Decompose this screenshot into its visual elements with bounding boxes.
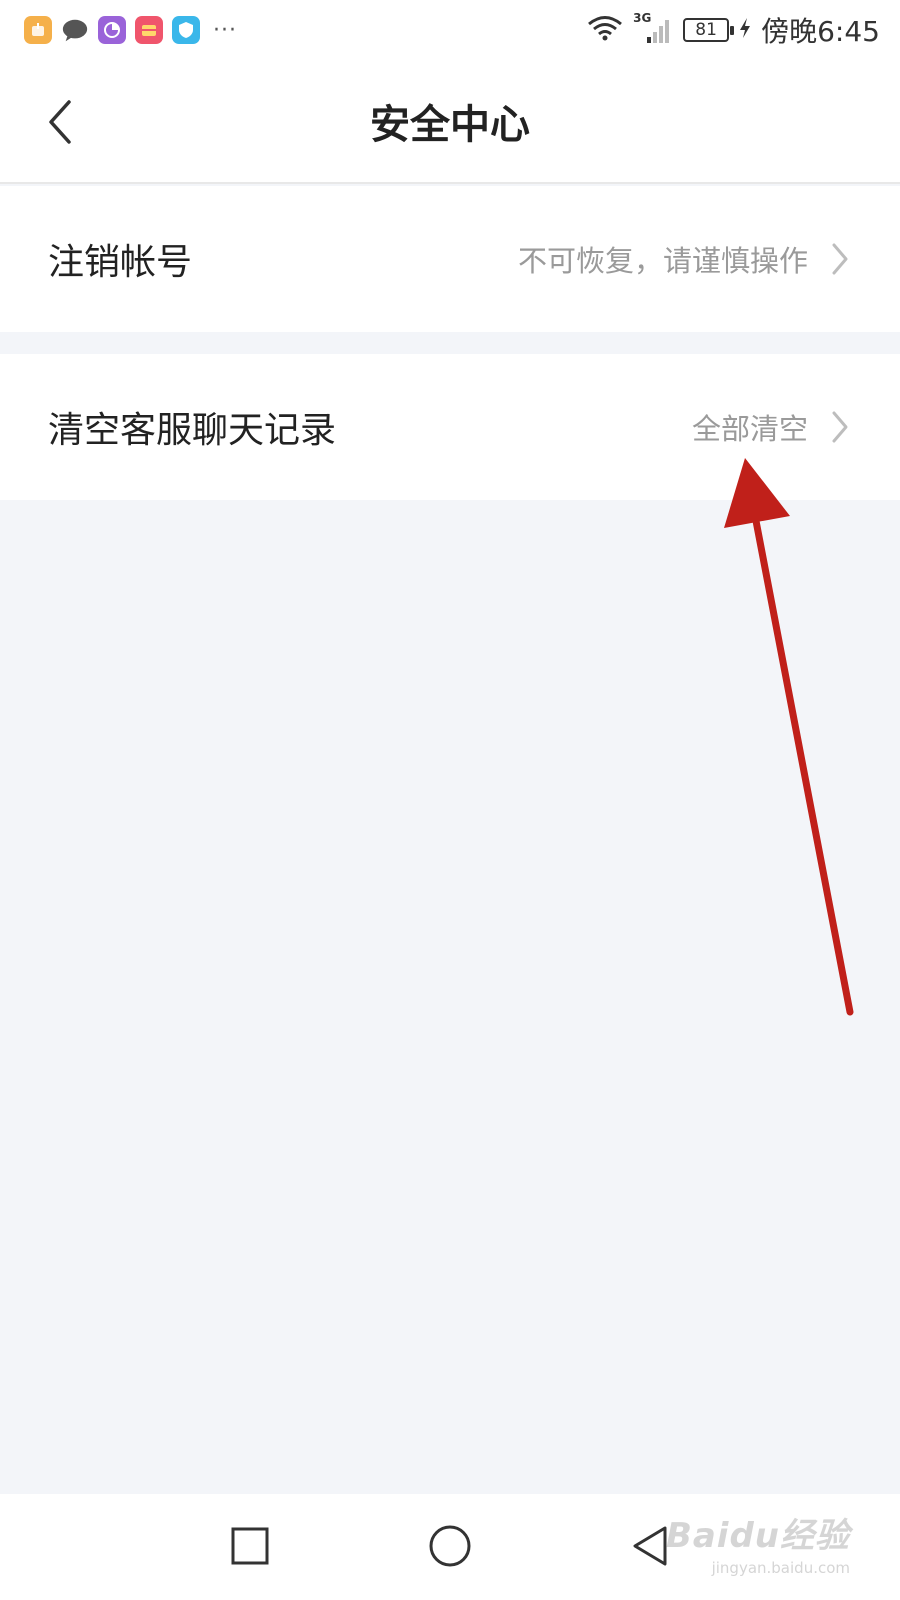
recents-button[interactable] — [220, 1516, 280, 1576]
chat-icon — [61, 16, 89, 44]
triangle-back-icon — [633, 1526, 667, 1566]
settings-item-label: 清空客服聊天记录 — [48, 410, 337, 451]
settings-item-delete-account[interactable]: 注销帐号 不可恢复，请谨慎操作 — [0, 186, 900, 332]
wifi-icon — [587, 14, 623, 46]
status-bar: ··· 3G 81 傍晚6:45 — [0, 0, 900, 62]
watermark-logo: Baidu经验 — [665, 1516, 850, 1556]
battery-indicator: 81 — [683, 18, 735, 42]
cellular-signal-icon: 3G — [633, 11, 673, 45]
notification-area: ··· — [24, 14, 237, 46]
baidu-watermark: Baidu经验 jingyan.baidu.com — [666, 1508, 850, 1577]
settings-item-clear-chat-history[interactable]: 清空客服聊天记录 全部清空 — [0, 354, 900, 500]
chevron-right-icon — [828, 407, 852, 447]
charging-icon — [739, 17, 751, 43]
status-time: 傍晚6:45 — [761, 15, 880, 48]
settings-item-hint: 不可恢复，请谨慎操作 — [517, 244, 808, 278]
watermark-url: jingyan.baidu.com — [711, 1559, 850, 1577]
shield-icon — [172, 16, 200, 44]
app-header: 安全中心 — [0, 62, 900, 184]
settings-item-label: 注销帐号 — [48, 242, 193, 283]
package-icon — [24, 16, 52, 44]
system-navigation-bar: Baidu经验 jingyan.baidu.com — [0, 1494, 900, 1600]
square-icon — [231, 1527, 269, 1565]
circle-icon — [429, 1525, 471, 1567]
clear-all-action[interactable]: 全部清空 — [692, 406, 808, 448]
page-title: 安全中心 — [370, 102, 530, 148]
system-indicators: 3G 81 傍晚6:45 — [587, 11, 880, 48]
more-notifications-icon: ··· — [213, 17, 237, 43]
wallet-icon — [135, 16, 163, 44]
chevron-right-icon — [828, 239, 852, 279]
home-button[interactable] — [420, 1516, 480, 1576]
pie-chart-icon — [98, 16, 126, 44]
